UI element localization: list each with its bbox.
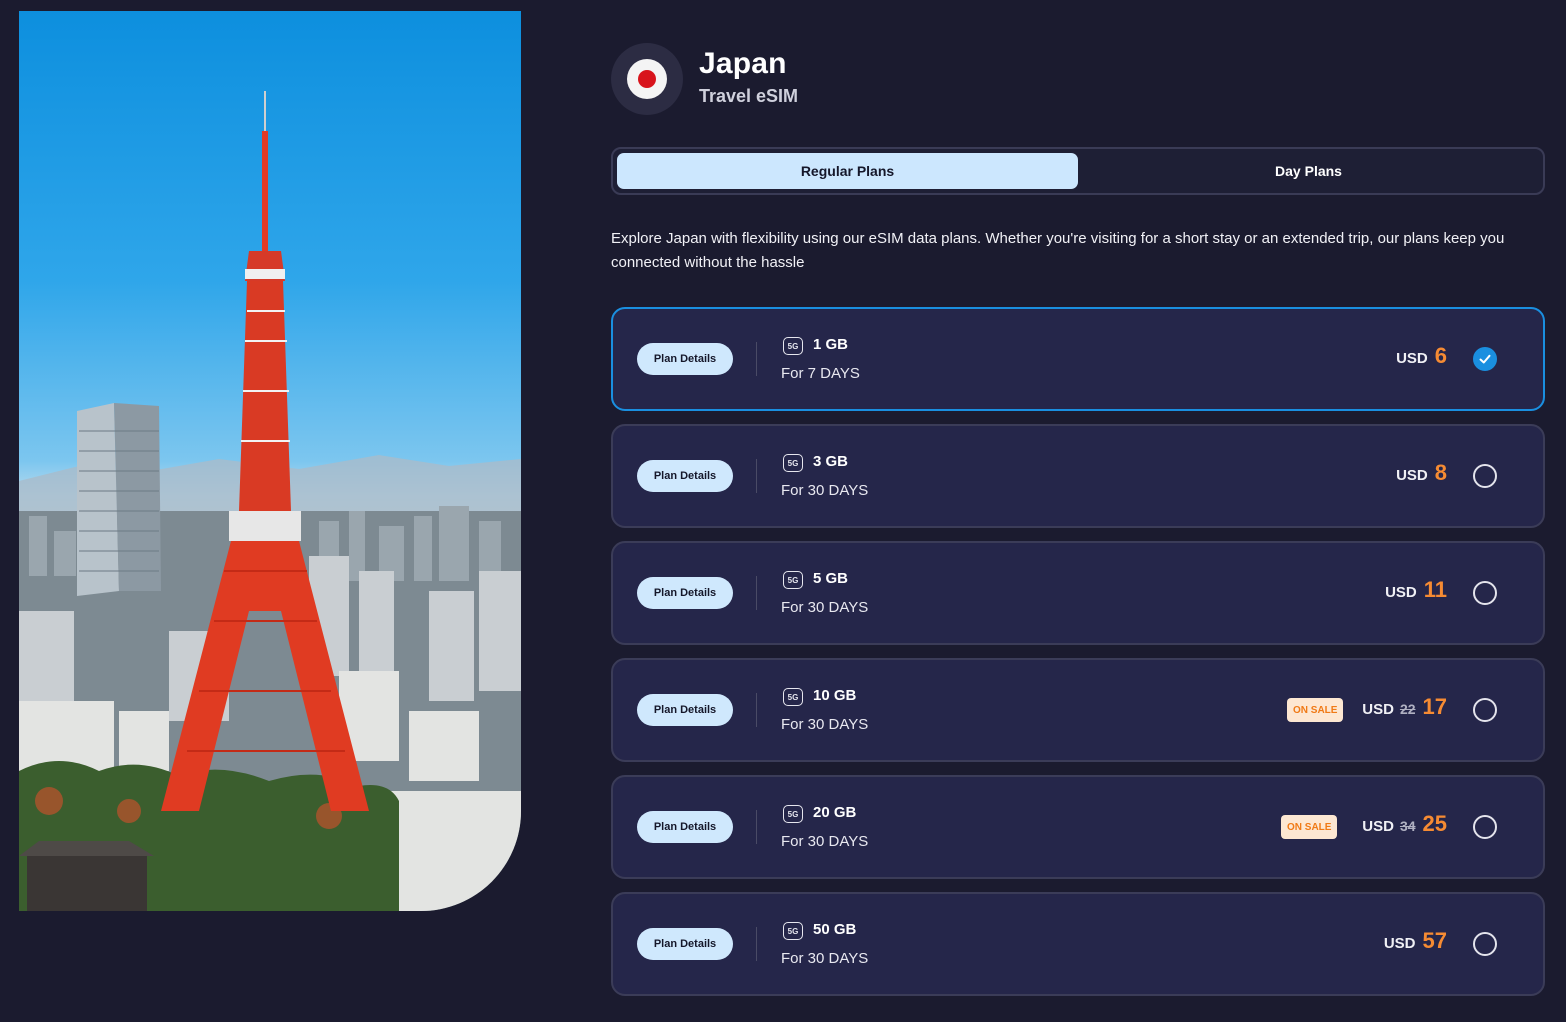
- price-currency: USD: [1385, 584, 1417, 601]
- plan-data-amount: 3 GB: [813, 453, 849, 470]
- plan-price: USD 57: [1384, 928, 1447, 960]
- plan-card-50gb[interactable]: Plan Details 5G 50 GB For 30 DAYS USD 57: [611, 892, 1545, 996]
- plan-select-radio[interactable]: [1473, 581, 1497, 605]
- plan-price: USD 11: [1385, 577, 1447, 609]
- checkmark-icon: [1479, 354, 1491, 364]
- 5g-icon: 5G: [783, 337, 803, 355]
- plan-details-button[interactable]: Plan Details: [637, 343, 733, 375]
- divider: [756, 459, 757, 493]
- price-currency: USD: [1396, 467, 1428, 484]
- 5g-icon: 5G: [783, 454, 803, 472]
- price-amount: 57: [1422, 928, 1447, 953]
- on-sale-badge: ON SALE: [1287, 698, 1344, 722]
- tokyo-tower-image: [19, 11, 521, 911]
- price-original: 22: [1399, 701, 1416, 717]
- plan-card-10gb[interactable]: Plan Details 5G 10 GB For 30 DAYS ON SAL…: [611, 658, 1545, 762]
- intro-text: Explore Japan with flexibility using our…: [611, 230, 1505, 271]
- tab-regular-plans[interactable]: Regular Plans: [617, 153, 1078, 189]
- plan-duration: For 30 DAYS: [781, 599, 869, 616]
- plan-list: Plan Details 5G 1 GB For 7 DAYS USD 6 Pl…: [611, 307, 1545, 1009]
- price-amount: 11: [1423, 577, 1447, 602]
- country-title: Japan: [699, 47, 787, 80]
- plan-select-radio[interactable]: [1473, 815, 1497, 839]
- plan-card-5gb[interactable]: Plan Details 5G 5 GB For 30 DAYS USD 11: [611, 541, 1545, 645]
- plan-duration: For 7 DAYS: [781, 365, 860, 382]
- price-amount: 25: [1422, 811, 1447, 836]
- divider: [756, 342, 757, 376]
- divider: [756, 576, 757, 610]
- plan-price: USD 22 17: [1362, 694, 1447, 726]
- plan-details-button[interactable]: Plan Details: [637, 811, 733, 843]
- plan-select-radio[interactable]: [1473, 347, 1497, 371]
- plan-duration: For 30 DAYS: [781, 482, 869, 499]
- price-currency: USD: [1383, 935, 1416, 952]
- plan-duration: For 30 DAYS: [781, 833, 869, 850]
- plan-card-3gb[interactable]: Plan Details 5G 3 GB For 30 DAYS USD 8: [611, 424, 1545, 528]
- price-amount: 8: [1434, 460, 1447, 485]
- plan-data-amount: 50 GB: [813, 921, 857, 938]
- price-original: 34: [1399, 818, 1416, 834]
- plan-details-button[interactable]: Plan Details: [637, 694, 733, 726]
- plan-data-amount: 10 GB: [813, 687, 857, 704]
- price-currency: USD: [1396, 350, 1428, 367]
- divider: [756, 693, 757, 727]
- plan-data-amount: 20 GB: [813, 804, 857, 821]
- plan-duration: For 30 DAYS: [781, 950, 869, 967]
- price-amount: 6: [1434, 343, 1447, 368]
- plan-select-radio[interactable]: [1473, 932, 1497, 956]
- 5g-icon: 5G: [783, 805, 803, 823]
- 5g-icon: 5G: [783, 571, 803, 589]
- 5g-icon: 5G: [783, 922, 803, 940]
- plan-details-button[interactable]: Plan Details: [637, 928, 733, 960]
- plan-data-amount: 5 GB: [813, 570, 849, 587]
- price-currency: USD: [1362, 701, 1394, 718]
- plan-select-radio[interactable]: [1473, 698, 1497, 722]
- plan-card-1gb[interactable]: Plan Details 5G 1 GB For 7 DAYS USD 6: [611, 307, 1545, 411]
- product-subtitle: Travel eSIM: [699, 86, 799, 106]
- plan-price: USD 6: [1396, 343, 1447, 375]
- divider: [756, 927, 757, 961]
- price-currency: USD: [1362, 818, 1394, 835]
- page: Japan Travel eSIM Regular Plans Day Plan…: [0, 0, 1566, 1022]
- plan-card-20gb[interactable]: Plan Details 5G 20 GB For 30 DAYS ON SAL…: [611, 775, 1545, 879]
- plan-details-button[interactable]: Plan Details: [637, 460, 733, 492]
- japan-flag-icon: [627, 59, 667, 99]
- plan-details-button[interactable]: Plan Details: [637, 577, 733, 609]
- plan-price: USD 34 25: [1362, 811, 1447, 843]
- flag-badge: [611, 43, 683, 115]
- 5g-icon: 5G: [783, 688, 803, 706]
- price-amount: 17: [1422, 694, 1447, 719]
- plan-price: USD 8: [1396, 460, 1447, 492]
- on-sale-badge: ON SALE: [1281, 815, 1338, 839]
- tab-day-plans[interactable]: Day Plans: [1078, 153, 1539, 189]
- cityscape-illustration: [19, 91, 521, 911]
- divider: [756, 810, 757, 844]
- plan-type-tabs: Regular Plans Day Plans: [611, 147, 1545, 195]
- plan-select-radio[interactable]: [1473, 464, 1497, 488]
- plan-data-amount: 1 GB: [813, 336, 849, 353]
- plan-duration: For 30 DAYS: [781, 716, 869, 733]
